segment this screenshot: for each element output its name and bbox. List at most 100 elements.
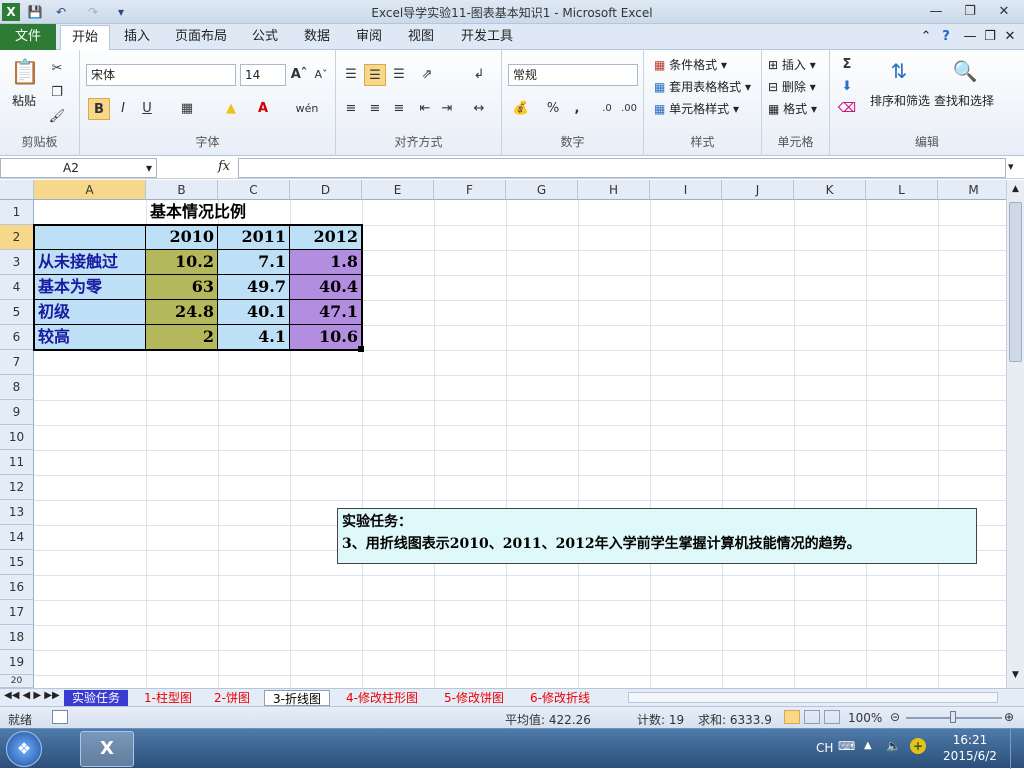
year-header[interactable]: 2011 [218,225,290,249]
column-header[interactable]: H [578,180,650,200]
formula-input[interactable] [238,158,1006,178]
column-header[interactable]: I [650,180,722,200]
row-header[interactable]: 16 [0,575,34,600]
zoom-out-icon[interactable]: ⊝ [890,710,900,724]
format-as-table-button[interactable]: ▦ 套用表格格式 ▾ [654,78,751,96]
bold-button[interactable]: B [88,98,110,120]
tab-insert[interactable]: 插入 [118,24,156,50]
insert-cells-button[interactable]: ⊞ 插入 ▾ [768,56,816,74]
wrap-text-icon[interactable]: ↲ [468,64,490,86]
year-header[interactable]: 2010 [146,225,218,249]
doc-close-icon[interactable]: ✕ [1002,24,1018,50]
worksheet-grid[interactable]: A B C D E F G H I J K L M 1 2 3 4 5 6 7 … [0,180,1006,688]
zoom-in-icon[interactable]: ⊕ [1004,710,1014,724]
column-header[interactable]: D [290,180,362,200]
tab-view[interactable]: 视图 [402,24,440,50]
normal-view-icon[interactable] [784,710,800,724]
tab-formulas[interactable]: 公式 [246,24,284,50]
excel-taskbar-icon[interactable]: X [80,731,134,767]
row-header[interactable]: 17 [0,600,34,625]
start-button[interactable]: ❖ [6,731,42,767]
align-top-icon[interactable]: ☰ [340,64,362,86]
table-title[interactable]: 基本情况比例 [34,200,362,224]
minimize-icon[interactable]: — [922,2,950,21]
find-select-icon[interactable]: 🔍 [950,56,980,86]
decrease-indent-icon[interactable]: ⇤ [414,98,436,120]
delete-cells-button[interactable]: ⊟ 删除 ▾ [768,78,816,96]
restore-icon[interactable]: ❐ [956,2,984,21]
data-cell[interactable]: 4.1 [218,325,290,349]
data-cell[interactable]: 49.7 [218,275,290,299]
sheet-tab[interactable]: 6-修改折线 [522,690,606,706]
data-cell[interactable]: 24.8 [146,300,218,324]
sheet-tab[interactable]: 4-修改柱形图 [338,690,426,706]
doc-restore-icon[interactable]: ❐ [982,24,998,50]
align-middle-icon[interactable]: ☰ [364,64,386,86]
border-icon[interactable]: ▦ [176,98,198,120]
tab-home[interactable]: 开始 [60,25,110,51]
keyboard-icon[interactable]: ⌨ [838,739,855,753]
collapse-ribbon-icon[interactable]: ⌃ [918,24,934,50]
find-select-button[interactable]: 查找和选择 [934,92,994,110]
clock-time[interactable]: 16:21 [940,733,1000,747]
column-header[interactable]: C [218,180,290,200]
clock-date[interactable]: 2015/6/2 [940,749,1000,763]
tab-file[interactable]: 文件 [0,24,56,50]
doc-minimize-icon[interactable]: — [962,24,978,50]
row-label[interactable]: 初级 [34,300,146,324]
sheet-tab[interactable]: 1-柱型图 [136,690,200,706]
select-all-corner[interactable] [0,180,34,200]
font-size-select[interactable]: 14 [240,64,286,86]
shrink-font-icon[interactable]: Aˇ [310,64,332,86]
autosum-icon[interactable]: Σ [836,54,858,76]
year-header[interactable]: 2012 [290,225,362,249]
help-icon[interactable]: ? [936,24,956,50]
zoom-level[interactable]: 100% [848,711,882,725]
network-icon[interactable]: + [910,738,926,754]
data-cell[interactable]: 63 [146,275,218,299]
data-cell[interactable]: 47.1 [290,300,362,324]
scrollbar-thumb[interactable] [1009,202,1022,362]
fill-icon[interactable]: ⬇ [836,76,858,98]
row-header[interactable]: 3 [0,250,34,275]
increase-indent-icon[interactable]: ⇥ [436,98,458,120]
row-label[interactable]: 较高 [34,325,146,349]
insert-function-button[interactable]: fx [218,159,230,174]
row-header[interactable]: 4 [0,275,34,300]
row-header[interactable]: 10 [0,425,34,450]
volume-icon[interactable]: 🔈 [886,739,901,753]
sheet-tab[interactable]: 5-修改饼图 [436,690,512,706]
copy-icon[interactable]: ❐ [46,82,68,104]
increase-decimal-icon[interactable]: .0 [596,98,618,120]
tab-data[interactable]: 数据 [298,24,336,50]
align-left-icon[interactable]: ≡ [340,98,362,120]
column-header[interactable]: L [866,180,938,200]
first-sheet-icon[interactable]: ◀◀ ◀ ▶ ▶▶ [4,690,60,701]
number-format-select[interactable]: 常规 [508,64,638,86]
row-header[interactable]: 2 [0,225,34,250]
format-cells-button[interactable]: ▦ 格式 ▾ [768,100,817,118]
italic-button[interactable]: I [112,98,134,120]
data-cell[interactable]: 40.1 [218,300,290,324]
page-break-view-icon[interactable] [824,710,840,724]
scroll-up-icon[interactable]: ▲ [1009,184,1022,196]
underline-button[interactable]: U [136,98,158,120]
data-cell[interactable]: 2 [146,325,218,349]
column-header[interactable]: K [794,180,866,200]
row-header[interactable]: 9 [0,400,34,425]
tray-expand-icon[interactable]: ▲ [864,740,872,751]
row-header[interactable]: 19 [0,650,34,675]
row-header[interactable]: 11 [0,450,34,475]
row-header[interactable]: 1 [0,200,34,225]
decrease-decimal-icon[interactable]: .00 [618,98,640,120]
tab-review[interactable]: 审阅 [350,24,388,50]
show-desktop-button[interactable] [1010,729,1024,769]
close-icon[interactable]: ✕ [990,2,1018,21]
macro-record-icon[interactable] [52,710,68,724]
sheet-tab[interactable]: 实验任务 [64,690,129,706]
sort-filter-icon[interactable]: ⇅ [884,56,914,86]
sheet-tab-active[interactable]: 3-折线图 [264,690,330,706]
cut-icon[interactable]: ✂ [46,58,68,80]
column-header[interactable]: E [362,180,434,200]
column-header[interactable]: A [34,180,146,200]
